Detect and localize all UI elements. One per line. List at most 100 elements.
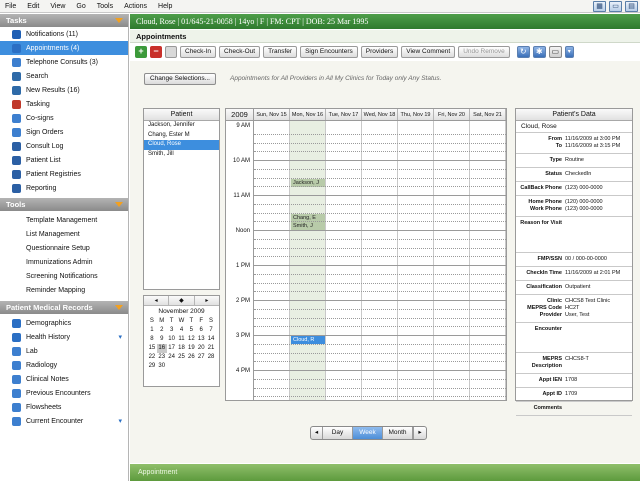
transfer-button[interactable]: Transfer	[263, 46, 298, 58]
calendar-day[interactable]: 25	[177, 353, 187, 362]
pmr-item-current-encounter[interactable]: Current Encounter ▾	[0, 414, 128, 428]
day-column-header[interactable]: Mon, Nov 16	[290, 109, 326, 120]
collapse-icon[interactable]	[115, 202, 123, 207]
tool-item-list-management[interactable]: List Management	[0, 227, 128, 241]
calendar-day[interactable]: 9	[157, 335, 167, 344]
pmr-item-demographics[interactable]: Demographics	[0, 316, 128, 330]
calendar-day[interactable]: 8	[147, 335, 157, 344]
calendar-day[interactable]: 6	[196, 326, 206, 335]
sidebar-item-sign-orders[interactable]: Sign Orders	[0, 125, 128, 139]
view-day-button[interactable]: Day	[323, 427, 353, 439]
chevron-down-icon[interactable]: ▾	[118, 417, 122, 425]
refresh-icon[interactable]: ↻	[516, 46, 530, 58]
calendar-day[interactable]: 16	[156, 344, 167, 353]
calendar-day[interactable]: 14	[206, 335, 216, 344]
view-week-button[interactable]: Week	[353, 427, 383, 439]
calendar-day[interactable]: 17	[167, 344, 177, 353]
previous-month-icon[interactable]: ◂	[144, 296, 170, 305]
menu-tools[interactable]: Tools	[97, 3, 113, 10]
day-column[interactable]	[326, 121, 362, 400]
change-selections-button[interactable]: Change Selections...	[144, 73, 216, 85]
patient-row[interactable]: Jackson, Jennifer	[144, 121, 219, 131]
pmr-header[interactable]: Patient Medical Records	[0, 301, 128, 314]
calendar-day[interactable]: 10	[167, 335, 177, 344]
pmr-item-clinical-notes[interactable]: Clinical Notes	[0, 372, 128, 386]
window-icon[interactable]: ▭	[609, 1, 622, 12]
day-column-header[interactable]: Fri, Nov 20	[434, 109, 470, 120]
sidebar-item-tasking[interactable]: Tasking	[0, 97, 128, 111]
tile-icon[interactable]: ▤	[625, 1, 638, 12]
day-column-header[interactable]: Sat, Nov 21	[470, 109, 506, 120]
tool-item-questionnaire-setup[interactable]: Questionnaire Setup	[0, 241, 128, 255]
sidebar-item-notifications[interactable]: Notifications (11)	[0, 27, 128, 41]
collapse-icon[interactable]	[115, 18, 123, 23]
day-column-header[interactable]: Wed, Nov 18	[362, 109, 398, 120]
previous-arrow-icon[interactable]: ◂	[311, 427, 323, 439]
calendar-day[interactable]: 3	[167, 326, 177, 335]
sidebar-item-telephone-consults[interactable]: Telephone Consults (3)	[0, 55, 128, 69]
calendar-day[interactable]: 12	[186, 335, 196, 344]
dropdown-icon[interactable]: ▾	[564, 46, 574, 58]
day-column[interactable]	[362, 121, 398, 400]
calendar-day[interactable]: 22	[147, 353, 157, 362]
day-column[interactable]	[290, 121, 326, 400]
day-column-header[interactable]: Thu, Nov 19	[398, 109, 434, 120]
calendar-day[interactable]: 21	[206, 344, 216, 353]
sidebar-item-new-results[interactable]: New Results (16)	[0, 83, 128, 97]
calendar-day[interactable]: 20	[196, 344, 206, 353]
calendar-day[interactable]: 13	[196, 335, 206, 344]
calendar-day[interactable]: 1	[147, 326, 157, 335]
sidebar-item-patient-list[interactable]: Patient List	[0, 153, 128, 167]
tool-item-immunizations-admin[interactable]: Immunizations Admin	[0, 255, 128, 269]
menu-help[interactable]: Help	[158, 3, 172, 10]
pmr-item-health-history[interactable]: Health History ▾	[0, 330, 128, 344]
day-column[interactable]	[434, 121, 470, 400]
gear-icon[interactable]: ✱	[532, 46, 546, 58]
display-icon[interactable]: ▭	[548, 46, 562, 58]
sidebar-item-consult-log[interactable]: Consult Log	[0, 139, 128, 153]
menu-edit[interactable]: Edit	[27, 3, 39, 10]
check-out-button[interactable]: Check-Out	[219, 46, 261, 58]
sidebar-item-appointments[interactable]: Appointments (4)	[0, 41, 128, 55]
calendar-day[interactable]: 4	[177, 326, 187, 335]
remove-icon[interactable]: −	[150, 46, 162, 58]
sidebar-item-patient-registries[interactable]: Patient Registries	[0, 167, 128, 181]
layout-icon[interactable]: ▦	[593, 1, 606, 12]
menu-actions[interactable]: Actions	[124, 3, 147, 10]
undo-remove-button[interactable]: Undo Remove	[458, 46, 510, 58]
tools-header[interactable]: Tools	[0, 198, 128, 211]
blank-icon[interactable]	[165, 46, 177, 58]
tool-item-template-management[interactable]: Template Management	[0, 213, 128, 227]
view-month-button[interactable]: Month	[383, 427, 413, 439]
tasks-header[interactable]: Tasks	[0, 14, 128, 27]
calendar-day[interactable]: 2	[157, 326, 167, 335]
calendar-day[interactable]: 23	[157, 353, 167, 362]
chevron-down-icon[interactable]: ▾	[118, 333, 122, 341]
tool-item-screening-notifications[interactable]: Screening Notifications	[0, 269, 128, 283]
patient-row[interactable]: Cloud, Rose	[144, 140, 219, 150]
calendar-day[interactable]: 19	[186, 344, 196, 353]
calendar-day[interactable]: 26	[186, 353, 196, 362]
calendar-day[interactable]: 30	[157, 362, 167, 371]
calendar-day[interactable]: 28	[206, 353, 216, 362]
calendar-day[interactable]: 7	[206, 326, 216, 335]
patient-row[interactable]: Chang, Ester M	[144, 131, 219, 141]
menu-view[interactable]: View	[50, 3, 65, 10]
pmr-item-previous-encounters[interactable]: Previous Encounters	[0, 386, 128, 400]
day-column-header[interactable]: Sun, Nov 15	[254, 109, 290, 120]
day-column[interactable]	[254, 121, 290, 400]
next-arrow-icon[interactable]: ▸	[414, 427, 426, 439]
sidebar-item-search[interactable]: Search	[0, 69, 128, 83]
calendar-day[interactable]: 29	[147, 362, 157, 371]
today-icon[interactable]: ◆	[169, 296, 195, 305]
pmr-item-flowsheets[interactable]: Flowsheets	[0, 400, 128, 414]
day-column[interactable]	[398, 121, 434, 400]
calendar-day[interactable]: 18	[177, 344, 187, 353]
check-in-button[interactable]: Check-In	[180, 46, 217, 58]
calendar-day[interactable]: 27	[196, 353, 206, 362]
pmr-item-radiology[interactable]: Radiology	[0, 358, 128, 372]
day-column[interactable]	[470, 121, 506, 400]
add-icon[interactable]: +	[135, 46, 147, 58]
calendar-day[interactable]: 24	[167, 353, 177, 362]
tool-item-reminder-mapping[interactable]: Reminder Mapping	[0, 283, 128, 297]
